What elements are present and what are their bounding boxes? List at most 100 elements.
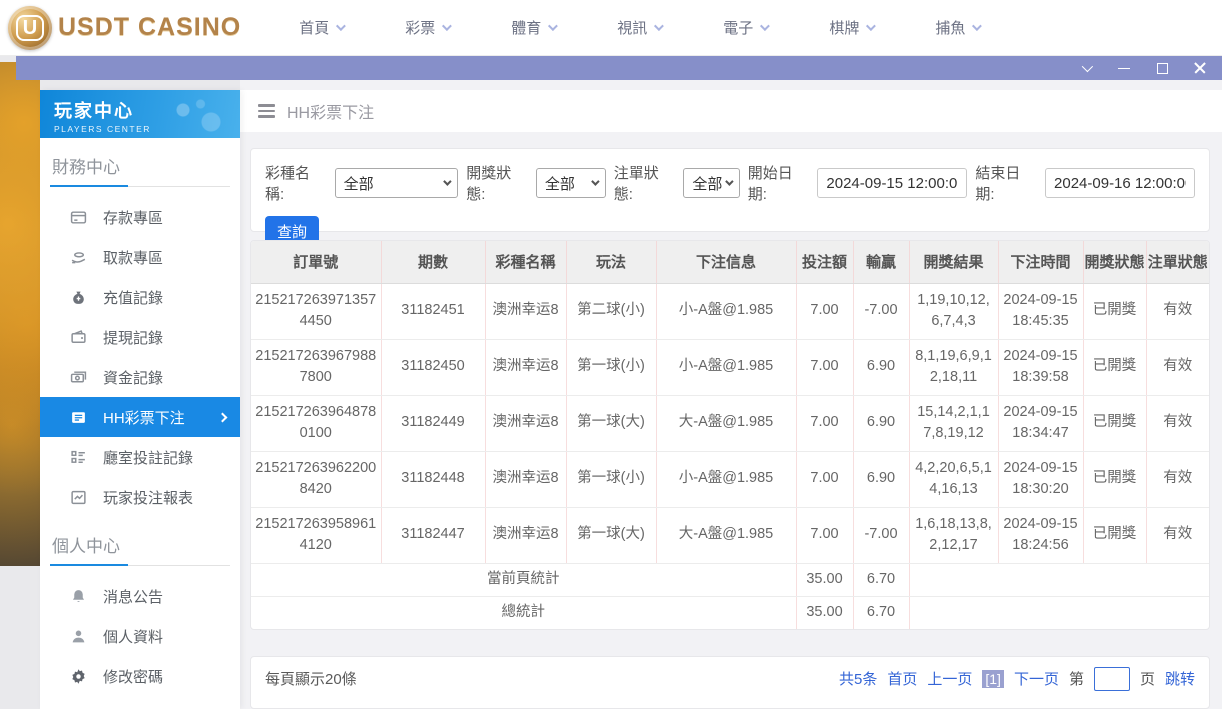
cell-order-status: 有效 <box>1146 395 1209 451</box>
chevron-down-icon <box>336 21 346 31</box>
cell-draw-result: 15,14,2,1,17,8,19,12 <box>909 395 998 451</box>
sidebar-item-label: 提現記錄 <box>103 327 163 348</box>
main-nav: 首頁 彩票 體育 視訊 電子 棋牌 捕魚 <box>299 17 979 38</box>
cell-order-no: 2152172639713574450 <box>251 283 381 339</box>
summary-label: 當前頁統計 <box>251 563 796 596</box>
nav-item-electronic[interactable]: 電子 <box>723 17 767 38</box>
draw-status-value: 全部 <box>545 173 575 194</box>
page-header: HH彩票下注 <box>240 90 1222 132</box>
lottery-name-select[interactable]: 全部 <box>335 168 459 198</box>
nav-label: 體育 <box>511 17 541 38</box>
casino-background-art <box>0 62 40 566</box>
page-title: HH彩票下注 <box>287 99 374 123</box>
col-order-no: 訂單號 <box>251 241 381 283</box>
cell-bet-time: 2024-09-15 18:39:58 <box>998 339 1083 395</box>
banknotes-icon <box>70 369 87 386</box>
nav-item-chess[interactable]: 棋牌 <box>829 17 873 38</box>
site-logo[interactable]: U USDT CASINO <box>8 6 241 50</box>
sidebar-item-hall-bet-records[interactable]: 廳室投註記錄 <box>40 437 240 477</box>
usdt-coin-icon: U <box>8 6 52 50</box>
chevron-down-icon <box>654 21 664 31</box>
col-period: 期數 <box>381 241 485 283</box>
col-lottery-name: 彩種名稱 <box>485 241 566 283</box>
sidebar-item-label: 充值記錄 <box>103 287 163 308</box>
start-date-input[interactable] <box>817 168 967 198</box>
money-bag-icon <box>70 289 87 306</box>
nav-item-fishing[interactable]: 捕魚 <box>935 17 979 38</box>
cell-lottery-name: 澳洲幸运8 <box>485 451 566 507</box>
hand-money-icon <box>70 249 87 266</box>
cell-bet-info: 小-A盤@1.985 <box>656 451 796 507</box>
page-summary-row: 當前頁統計 35.00 6.70 <box>251 563 1209 596</box>
sidebar-item-withdrawal-record[interactable]: 提現記錄 <box>40 317 240 357</box>
sidebar-item-label: HH彩票下注 <box>103 407 185 428</box>
cell-bet-time: 2024-09-15 18:34:47 <box>998 395 1083 451</box>
cell-draw-result: 1,6,18,13,8,2,12,17 <box>909 507 998 563</box>
sidebar-item-change-password[interactable]: 修改密碼 <box>40 656 240 696</box>
table-row: 2152172639713574450 31182451 澳洲幸运8 第二球(小… <box>251 283 1209 339</box>
minimize-icon <box>1118 68 1130 69</box>
nav-item-sports[interactable]: 體育 <box>511 17 555 38</box>
cell-bet-info: 大-A盤@1.985 <box>656 507 796 563</box>
next-page-link[interactable]: 下一页 <box>1014 668 1059 689</box>
sidebar-item-label: 存款專區 <box>103 207 163 228</box>
sidebar-item-label: 修改密碼 <box>103 666 163 687</box>
hamburger-menu-icon[interactable] <box>258 104 275 118</box>
chevron-down-icon <box>442 21 452 31</box>
sidebar-item-announcements[interactable]: 消息公告 <box>40 576 240 616</box>
cell-draw-result: 8,1,19,6,9,12,18,11 <box>909 339 998 395</box>
sidebar-item-label: 玩家投注報表 <box>103 487 193 508</box>
nav-label: 捕魚 <box>935 17 965 38</box>
bet-table: 訂單號 期數 彩種名稱 玩法 下注信息 投注額 輸贏 開獎結果 下注時間 開獎狀… <box>251 241 1209 629</box>
summary-empty <box>909 563 1209 596</box>
report-chart-icon <box>70 489 87 506</box>
jump-button[interactable]: 跳转 <box>1165 668 1195 689</box>
table-row: 2152172639679887800 31182450 澳洲幸运8 第一球(小… <box>251 339 1209 395</box>
sidebar-item-label: 個人資料 <box>103 626 163 647</box>
cell-order-status: 有效 <box>1146 507 1209 563</box>
summary-bet-total: 35.00 <box>796 563 853 596</box>
cell-lottery-name: 澳洲幸运8 <box>485 339 566 395</box>
nav-item-lottery[interactable]: 彩票 <box>405 17 449 38</box>
col-bet-amount: 投注額 <box>796 241 853 283</box>
order-status-select[interactable]: 全部 <box>683 168 739 198</box>
pager: 共5条 首页 上一页 [1] 下一页 第 页 跳转 <box>839 667 1195 691</box>
prev-page-link[interactable]: 上一页 <box>927 668 972 689</box>
sidebar-item-withdraw[interactable]: 取款專區 <box>40 237 240 277</box>
cell-bet-time: 2024-09-15 18:24:56 <box>998 507 1083 563</box>
window-titlebar <box>16 56 1222 80</box>
sidebar-item-funds-record[interactable]: 資金記錄 <box>40 357 240 397</box>
cell-draw-status: 已開獎 <box>1083 507 1146 563</box>
end-date-input[interactable] <box>1045 168 1195 198</box>
cell-order-no: 2152172639622008420 <box>251 451 381 507</box>
window-minimize-button[interactable] <box>1116 60 1132 76</box>
cell-draw-result: 1,19,10,12,6,7,4,3 <box>909 283 998 339</box>
filter-row: 彩種名稱: 全部 開獎狀態: 全部 注單狀態: 全部 開始日期: 結束日期: <box>265 162 1195 204</box>
window-close-button[interactable] <box>1192 60 1208 76</box>
chevron-down-icon <box>866 21 876 31</box>
sidebar-item-recharge-record[interactable]: 充值記錄 <box>40 277 240 317</box>
window-collapse-button[interactable] <box>1078 60 1094 76</box>
nav-item-home[interactable]: 首頁 <box>299 17 343 38</box>
per-page-text: 每頁顯示20條 <box>265 668 357 689</box>
sidebar-item-player-bet-report[interactable]: 玩家投注報表 <box>40 477 240 517</box>
user-icon <box>70 628 87 645</box>
draw-status-select[interactable]: 全部 <box>536 168 606 198</box>
chevron-down-icon <box>548 21 558 31</box>
window-maximize-button[interactable] <box>1154 60 1170 76</box>
sidebar-item-label: 資金記錄 <box>103 367 163 388</box>
page-number-input[interactable] <box>1094 667 1130 691</box>
sidebar-item-hh-lottery-bets[interactable]: HH彩票下注 <box>40 397 240 437</box>
section-personal-center: 個人中心 <box>50 517 230 566</box>
col-order-status: 注單狀態 <box>1146 241 1209 283</box>
cell-bet-info: 小-A盤@1.985 <box>656 339 796 395</box>
jump-prefix-text: 第 <box>1069 668 1084 689</box>
sidebar-item-deposit[interactable]: 存款專區 <box>40 197 240 237</box>
cell-period: 31182451 <box>381 283 485 339</box>
site-topbar: U USDT CASINO 首頁 彩票 體育 視訊 電子 棋牌 捕魚 <box>0 0 1222 56</box>
first-page-link[interactable]: 首页 <box>887 668 917 689</box>
sidebar-item-profile[interactable]: 個人資料 <box>40 616 240 656</box>
nav-label: 首頁 <box>299 17 329 38</box>
bet-table-panel: 訂單號 期數 彩種名稱 玩法 下注信息 投注額 輸贏 開獎結果 下注時間 開獎狀… <box>250 240 1210 630</box>
nav-item-video[interactable]: 視訊 <box>617 17 661 38</box>
